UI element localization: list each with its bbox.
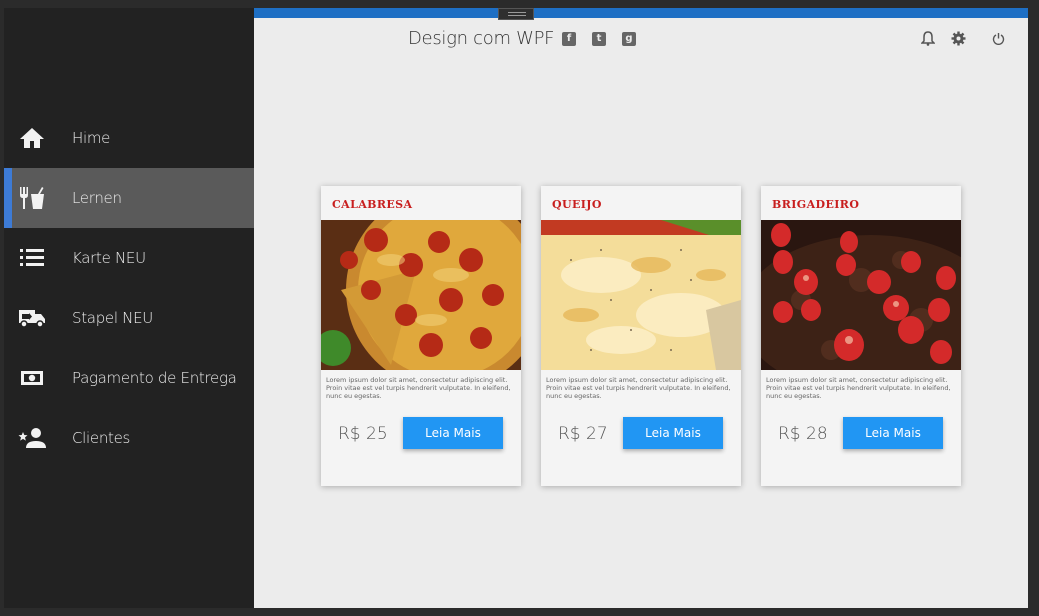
leia-mais-button[interactable]: Leia Mais [623,417,723,449]
github-icon[interactable]: g [622,32,636,46]
cash-icon [18,365,46,391]
title-bar-accent [254,8,1028,18]
pizza-brigadeiro-image [761,220,961,370]
app-window: Hime Lernen Karte NEU Stapel NEU Pagamen… [4,8,1028,608]
main-content: Design com WPF f t g Calabresa [254,8,1028,608]
home-icon [18,125,46,151]
sidebar-item-lernen[interactable]: Lernen [4,168,254,228]
pizza-queijo-image [541,220,741,370]
sidebar-nav: Hime Lernen Karte NEU Stapel NEU Pagamen… [4,108,254,468]
truck-icon [18,305,46,331]
card-description: Lorem ipsum dolor sit amet, consectetur … [766,376,951,400]
account-star-icon [18,425,46,451]
sidebar-item-pagamento-de-entrega[interactable]: Pagamento de Entrega [4,348,254,408]
sidebar-item-label: Hime [72,129,111,147]
pizza-calabresa-image [321,220,521,370]
gear-icon[interactable] [950,30,966,46]
leia-mais-button[interactable]: Leia Mais [403,417,503,449]
app-title: Design com WPF [408,28,555,49]
sidebar-item-label: Pagamento de Entrega [72,369,237,387]
card-price: R$ 28 [778,424,828,444]
card-price: R$ 27 [558,424,608,444]
sidebar-item-clientes[interactable]: Clientes [4,408,254,468]
product-card-brigadeiro: Brigadeiro Lorem ipsum dolor si [761,186,961,486]
sidebar-item-label: Stapel NEU [72,309,153,327]
food-icon [18,185,46,211]
sidebar-item-label: Lernen [72,189,122,207]
sidebar-item-stapel-neu[interactable]: Stapel NEU [4,288,254,348]
drag-handle[interactable] [498,8,534,20]
sidebar-item-karte-neu[interactable]: Karte NEU [4,228,254,288]
leia-mais-button[interactable]: Leia Mais [843,417,943,449]
sidebar-item-label: Clientes [72,429,131,447]
facebook-icon[interactable]: f [562,32,576,46]
sidebar: Hime Lernen Karte NEU Stapel NEU Pagamen… [4,8,254,608]
card-title: Calabresa [332,198,413,211]
card-title: Queijo [552,198,602,211]
power-icon[interactable] [990,30,1006,46]
sidebar-item-label: Karte NEU [72,249,146,267]
bell-icon[interactable] [920,30,936,46]
card-description: Lorem ipsum dolor sit amet, consectetur … [326,376,511,400]
card-title: Brigadeiro [772,198,860,211]
list-icon [18,245,46,271]
sidebar-item-hime[interactable]: Hime [4,108,254,168]
card-description: Lorem ipsum dolor sit amet, consectetur … [546,376,731,400]
product-card-calabresa: Calabresa [321,186,521,486]
product-card-queijo: Queijo Lorem ipsum dolor sit amet, conse… [541,186,741,486]
card-price: R$ 25 [338,424,388,444]
twitter-icon[interactable]: t [592,32,606,46]
